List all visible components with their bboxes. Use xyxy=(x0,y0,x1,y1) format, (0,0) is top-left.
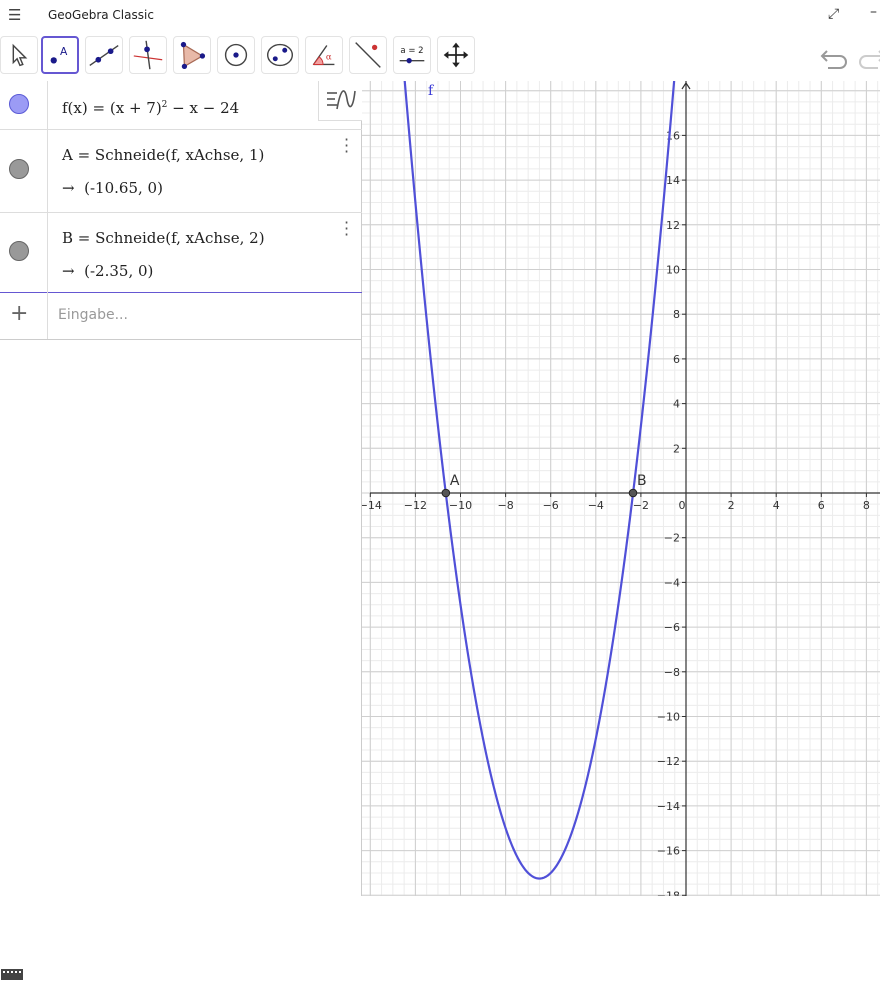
point-b-value-text: (-2.35, 0) xyxy=(84,262,154,280)
x-tick-label: −4 xyxy=(588,499,604,512)
polygon-icon xyxy=(180,41,206,70)
y-tick-label: −6 xyxy=(664,621,680,634)
y-tick-label: 2 xyxy=(673,442,680,455)
x-tick-label: 8 xyxy=(863,499,870,512)
style-bar-button[interactable] xyxy=(318,81,362,121)
algebra-input-row[interactable]: + Eingabe... xyxy=(0,292,362,340)
redo-icon[interactable] xyxy=(856,45,880,71)
undo-icon[interactable] xyxy=(820,45,850,71)
x-tick-label: 0 xyxy=(679,499,686,512)
expand-icon[interactable]: ⤢ xyxy=(828,6,839,22)
y-tick-label: 4 xyxy=(673,398,680,411)
y-tick-label: −2 xyxy=(664,532,680,545)
conic-tool[interactable] xyxy=(261,36,299,74)
app-title: GeoGebra Classic xyxy=(48,8,154,22)
point-b-more-icon[interactable]: · · · xyxy=(344,215,349,243)
point-tool-label: A xyxy=(60,45,68,58)
point-a-value: → (-10.65, 0) xyxy=(62,179,163,197)
reflect-about-line-icon xyxy=(355,42,381,68)
function-lhs: f(x) xyxy=(62,99,88,117)
algebra-style-icon xyxy=(327,90,356,110)
x-tick-label: −12 xyxy=(404,499,427,512)
algebra-row-point-a[interactable]: A = Schneide(f, xAchse, 1) → (-10.65, 0)… xyxy=(0,129,362,213)
angle-tool[interactable]: α xyxy=(305,36,343,74)
perpendicular-line-icon xyxy=(133,40,163,70)
add-icon[interactable]: + xyxy=(10,301,28,326)
y-tick-label: −18 xyxy=(657,889,680,896)
move-tool[interactable] xyxy=(0,36,38,74)
circle-tool[interactable] xyxy=(217,36,255,74)
line-through-two-points-icon xyxy=(89,44,119,67)
point-b xyxy=(628,488,638,498)
slider-tool-label: a = 2 xyxy=(400,46,423,56)
move-graphics-icon xyxy=(443,42,469,68)
y-tick-label: 14 xyxy=(666,174,680,187)
x-tick-label: −14 xyxy=(362,499,382,512)
graphics-view[interactable]: −14 −12 −10 −8 −6 −4 −2 0 2 4 6 8 16 14 12 10 8 6 4 2 −2 −4 −6… xyxy=(362,81,880,896)
slider-tool[interactable]: a = 2 xyxy=(393,36,431,74)
arrow-pointer-icon xyxy=(12,43,28,67)
function-eq: = xyxy=(92,99,106,117)
point-b-definition[interactable]: B = Schneide(f, xAchse, 2) xyxy=(62,229,265,247)
perpendicular-line-tool[interactable] xyxy=(129,36,167,74)
algebra-row-function[interactable]: f(x) = (x + 7)2 − x − 24 xyxy=(0,81,362,130)
point-b-visibility-toggle[interactable] xyxy=(9,241,29,261)
function-visibility-toggle[interactable] xyxy=(9,94,29,114)
hamburger-icon[interactable]: ☰ xyxy=(8,6,21,24)
algebra-view: f(x) = (x + 7)2 − x − 24 A = Schneide(f,… xyxy=(0,81,362,980)
point-a xyxy=(441,488,451,498)
y-tick-label: 10 xyxy=(666,264,680,277)
algebra-row-point-b[interactable]: B = Schneide(f, xAchse, 2) → (-2.35, 0) … xyxy=(0,212,362,293)
function-rhs-a: (x + 7) xyxy=(109,99,162,117)
x-tick-label: −8 xyxy=(497,499,513,512)
point-a-visibility-toggle[interactable] xyxy=(9,159,29,179)
point-b-value: → (-2.35, 0) xyxy=(62,262,153,280)
minimize-icon[interactable]: – xyxy=(870,4,877,20)
point-a-more-icon[interactable]: · · · xyxy=(344,132,349,160)
angle-tool-label: α xyxy=(326,53,332,63)
point-a-arrow: → xyxy=(62,179,75,197)
x-tick-label: −2 xyxy=(633,499,649,512)
polygon-tool[interactable] xyxy=(173,36,211,74)
y-tick-label: −10 xyxy=(657,711,680,724)
x-tick-label: −6 xyxy=(543,499,559,512)
point-tool[interactable]: A xyxy=(41,36,79,74)
slider-icon: a = 2 xyxy=(399,46,425,64)
x-tick-label: 4 xyxy=(773,499,780,512)
y-tick-label: −8 xyxy=(664,666,680,679)
function-plot[interactable]: −14 −12 −10 −8 −6 −4 −2 0 2 4 6 8161412108642−2−4−6… xyxy=(362,81,880,896)
line-tool[interactable] xyxy=(85,36,123,74)
y-tick-label: −14 xyxy=(657,800,680,813)
circle-center-point-icon xyxy=(224,43,248,67)
point-b-arrow: → xyxy=(62,262,75,280)
y-tick-label: 12 xyxy=(666,219,680,232)
reflect-tool[interactable] xyxy=(349,36,387,74)
y-tick-label: −16 xyxy=(657,845,680,858)
y-tick-label: 6 xyxy=(673,353,680,366)
algebra-input[interactable]: Eingabe... xyxy=(58,307,128,323)
x-tick-label: 2 xyxy=(728,499,735,512)
function-rhs-b: − x − 24 xyxy=(167,99,240,117)
y-tick-label: −12 xyxy=(657,755,680,768)
y-tick-label: −4 xyxy=(664,576,680,589)
point-b-label: B xyxy=(637,473,647,489)
point-a-value-text: (-10.65, 0) xyxy=(84,179,163,197)
keyboard-icon[interactable] xyxy=(0,965,24,980)
angle-icon: α xyxy=(312,45,335,66)
y-tick-label: 8 xyxy=(673,308,680,321)
function-definition[interactable]: f(x) = (x + 7)2 − x − 24 xyxy=(62,99,239,117)
x-tick-label: −10 xyxy=(449,499,472,512)
x-tick-label: 6 xyxy=(818,499,825,512)
move-graphics-tool[interactable] xyxy=(437,36,475,74)
point-a-definition[interactable]: A = Schneide(f, xAchse, 1) xyxy=(62,146,264,164)
toolbar: A α a = 2 xyxy=(0,31,880,81)
title-bar: ☰ GeoGebra Classic ⤢ – xyxy=(0,0,880,31)
ellipse-icon xyxy=(266,43,294,67)
point-icon: A xyxy=(50,45,68,64)
point-a-label: A xyxy=(450,473,460,489)
